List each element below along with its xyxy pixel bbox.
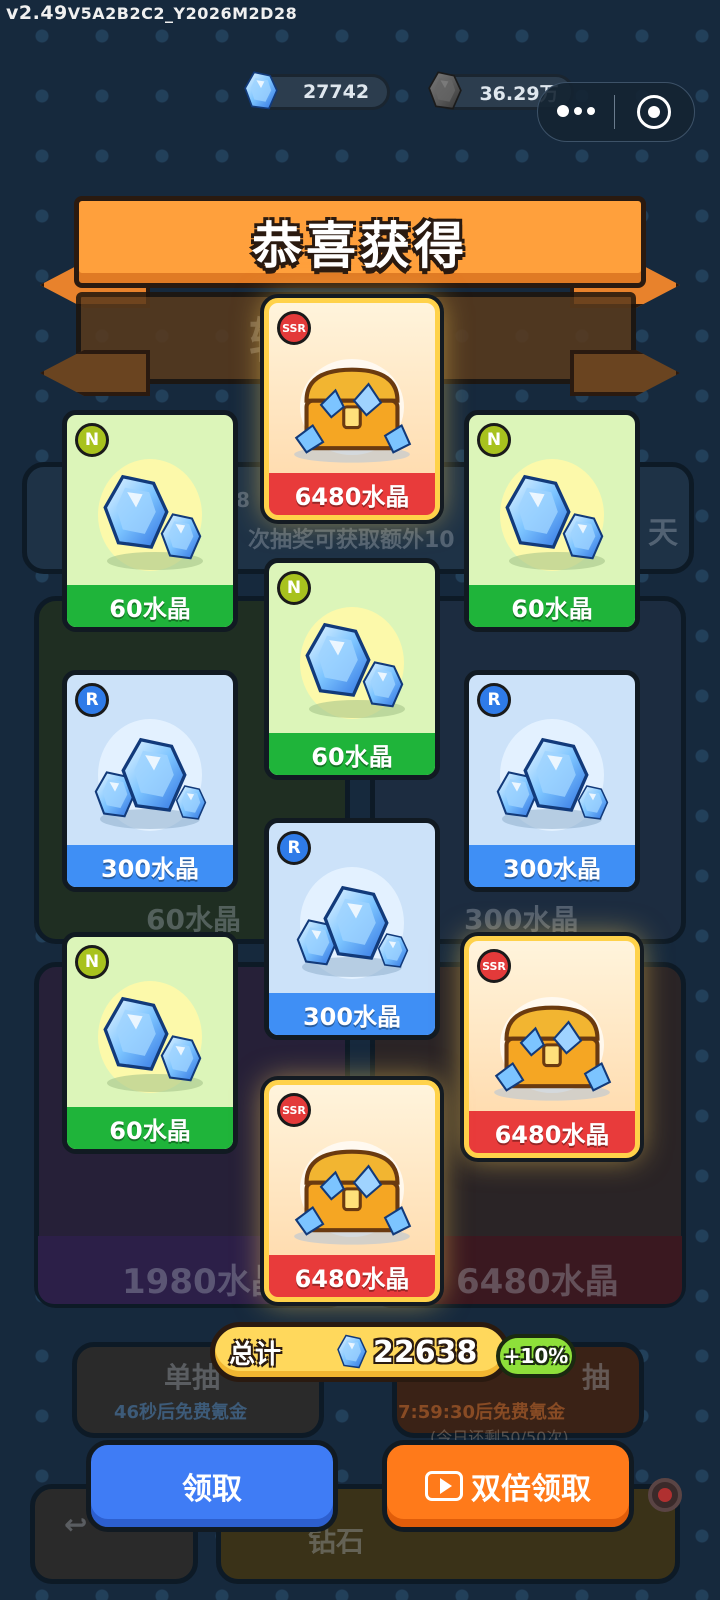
reward-card: N 60水晶 bbox=[264, 558, 440, 780]
dark-crystal-icon bbox=[428, 71, 462, 110]
rarity-badge: SSR bbox=[277, 1093, 311, 1127]
close-record-icon[interactable] bbox=[637, 95, 671, 129]
reward-label: 6480水晶 bbox=[269, 473, 435, 515]
rarity-badge: SSR bbox=[477, 949, 511, 983]
double-claim-button[interactable]: 双倍领取 bbox=[382, 1440, 634, 1532]
reward-label: 6480水晶 bbox=[469, 1111, 635, 1153]
total-label: 总计 bbox=[229, 1339, 282, 1370]
rarity-badge: R bbox=[75, 683, 109, 717]
miniprogram-capsule[interactable] bbox=[537, 82, 695, 142]
reward-label: 300水晶 bbox=[269, 993, 435, 1035]
notification-dot-icon[interactable] bbox=[648, 1478, 682, 1512]
total-value: 22638 bbox=[373, 1334, 478, 1370]
reward-card: N 60水晶 bbox=[62, 932, 238, 1154]
rarity-badge: N bbox=[277, 571, 311, 605]
more-icon[interactable] bbox=[538, 105, 614, 117]
notice-text: 次抽奖可获取额外10 bbox=[248, 528, 455, 553]
reward-card: R 300水晶 bbox=[264, 818, 440, 1040]
crystal-pile-icon bbox=[94, 719, 207, 831]
crystal-pair-icon bbox=[500, 459, 605, 571]
reward-label: 300水晶 bbox=[469, 845, 635, 887]
video-play-icon bbox=[425, 1471, 463, 1501]
treasure-chest-icon bbox=[290, 1141, 414, 1245]
reward-label: 60水晶 bbox=[67, 585, 233, 627]
banner-title: 恭喜获得 bbox=[252, 217, 468, 275]
claim-button[interactable]: 领取 bbox=[86, 1440, 338, 1532]
rarity-badge: N bbox=[477, 423, 511, 457]
reward-card: SSR 6480水晶 bbox=[264, 1080, 440, 1302]
rarity-badge: SSR bbox=[277, 311, 311, 345]
treasure-chest-icon bbox=[490, 997, 614, 1101]
crystal-pair-icon bbox=[98, 981, 203, 1093]
reward-card: R 300水晶 bbox=[464, 670, 640, 892]
reward-card: N 60水晶 bbox=[62, 410, 238, 632]
bottom-left-price: 1980水晶 bbox=[122, 1262, 285, 1302]
crystal-pair-icon bbox=[300, 607, 405, 719]
bonus-badge: +10% bbox=[496, 1334, 576, 1378]
crystal-pair-icon bbox=[98, 459, 203, 571]
reward-label: 300水晶 bbox=[67, 845, 233, 887]
bottom-right-price: 6480水晶 bbox=[456, 1262, 619, 1302]
reward-label: 60水晶 bbox=[67, 1107, 233, 1149]
reward-banner: 恭喜获得 bbox=[74, 196, 646, 288]
crystal-pile-icon bbox=[496, 719, 609, 831]
back-arrow-icon: ↩ bbox=[64, 1508, 88, 1541]
rarity-badge: N bbox=[75, 945, 109, 979]
crystal-icon bbox=[337, 1334, 367, 1369]
reward-card: R 300水晶 bbox=[62, 670, 238, 892]
reward-label: 60水晶 bbox=[469, 585, 635, 627]
reward-label: 6480水晶 bbox=[269, 1255, 435, 1297]
rarity-badge: N bbox=[75, 423, 109, 457]
crystal-pile-icon bbox=[296, 867, 409, 979]
version-label: v2.49V5A2B2C2_Y2026M2D28 bbox=[6, 2, 298, 24]
rarity-badge: R bbox=[277, 831, 311, 865]
reward-card: SSR 6480水晶 bbox=[264, 298, 440, 520]
reward-label: 60水晶 bbox=[269, 733, 435, 775]
treasure-chest-icon bbox=[290, 359, 414, 463]
claim-label: 领取 bbox=[182, 1472, 242, 1507]
crystal-count: 27742 bbox=[302, 81, 370, 103]
rarity-badge: R bbox=[477, 683, 511, 717]
reward-card: N 60水晶 bbox=[464, 410, 640, 632]
reward-card: SSR 6480水晶 bbox=[464, 936, 640, 1158]
double-claim-label: 双倍领取 bbox=[471, 1472, 591, 1507]
total-pill: 总计 22638 bbox=[210, 1322, 510, 1382]
crystal-icon bbox=[244, 71, 278, 110]
